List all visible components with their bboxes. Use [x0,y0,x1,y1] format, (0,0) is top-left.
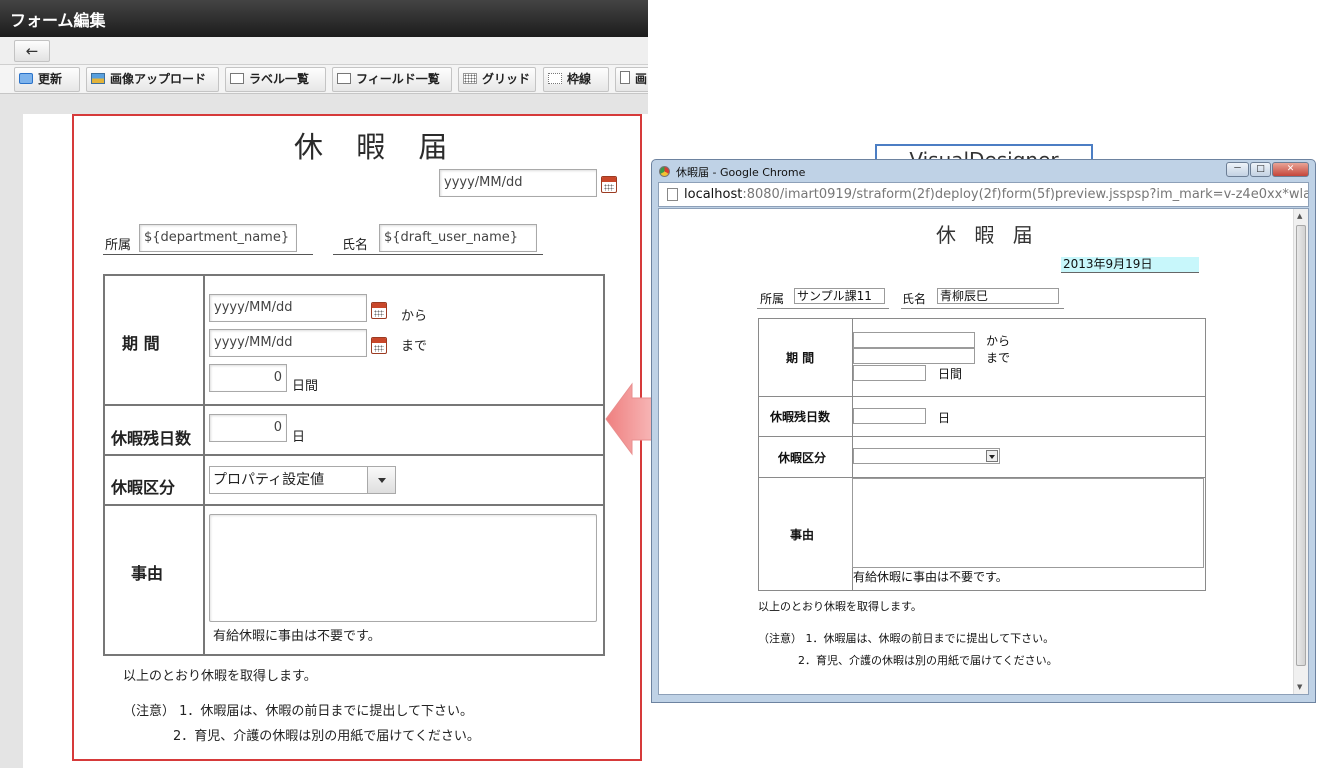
preview-to-field[interactable] [853,348,975,364]
label-list-icon [230,73,244,84]
editor-nav-bar: ← [0,37,648,65]
scroll-down-icon[interactable]: ▼ [1297,683,1302,691]
preview-name-underline [901,308,1064,309]
preview-title: 休 暇 届 [936,223,1039,247]
editor-title-bar: フォーム編集 [0,0,648,37]
url-rest: :8080/imart0919/straform(2f)deploy(2f)fo… [742,187,1309,202]
field-list-button-label: フィールド一覧 [356,72,440,86]
frame-button-label: 枠線 [567,72,592,86]
update-button[interactable]: 更新 [14,67,80,92]
preview-table-line [758,318,759,590]
browser-title: 休暇届 - Google Chrome [676,166,806,179]
preview-note-2: 2．育児、介護の休暇は別の用紙で届けてください。 [798,654,1058,667]
editor-title: フォーム編集 [10,11,106,30]
preview-dept-label: 所属 [760,292,785,306]
url-host: localhost [684,187,743,202]
minimize-button[interactable]: － [1226,162,1249,177]
document-button[interactable]: 画 [615,67,648,92]
preview-table-line [758,436,1206,437]
address-bar[interactable]: localhost:8080/imart0919/straform(2f)dep… [658,182,1309,207]
form-editor-panel: フォーム編集 ← 更新 画像アップロード ラベル一覧 フィールド一覧 グリッド … [0,0,648,768]
preview-remaining-suffix: 日 [938,411,951,425]
update-button-label: 更新 [38,72,63,86]
image-upload-button-label: 画像アップロード [110,72,207,86]
browser-title-bar: 休暇届 - Google Chrome － □ ✕ [652,160,1315,182]
preview-period-label: 期 間 [786,351,815,365]
back-arrow-icon: ← [25,42,39,60]
preview-days-suffix: 日間 [938,367,963,381]
preview-footer-text: 以上のとおり休暇を取得します。 [758,600,922,613]
label-list-button-label: ラベル一覧 [249,72,310,86]
vertical-scrollbar[interactable]: ▲ ▼ [1293,209,1308,694]
document-button-label: 画 [635,72,648,86]
scroll-up-icon[interactable]: ▲ [1297,212,1302,220]
maximize-button[interactable]: □ [1250,162,1271,177]
page-icon [667,188,678,201]
grid-button[interactable]: グリッド [458,67,536,92]
preview-reason-label: 事由 [790,528,815,542]
preview-dept-underline [757,308,889,309]
preview-name-label: 氏名 [902,292,927,306]
chevron-down-icon[interactable] [986,450,998,462]
grid-icon [463,73,477,84]
label-list-button[interactable]: ラベル一覧 [225,67,326,92]
close-button[interactable]: ✕ [1272,162,1309,177]
image-upload-button[interactable]: 画像アップロード [86,67,219,92]
preview-remaining-field[interactable] [853,408,926,424]
browser-content: 休 暇 届 2013年9月19日 所属 サンプル課11 氏名 青柳辰巳 期 間 … [658,208,1309,695]
back-button[interactable]: ← [14,40,50,62]
image-upload-icon [91,73,105,84]
preview-table-line [758,590,1206,591]
document-icon [620,71,630,84]
preview-table-line [758,318,1206,319]
preview-table-line [1205,318,1206,590]
preview-name-field[interactable]: 青柳辰巳 [937,288,1059,304]
update-icon [19,73,33,84]
preview-reason-note: 有給休暇に事由は不要です。 [853,570,1008,584]
browser-window: 休暇届 - Google Chrome － □ ✕ localhost:8080… [651,159,1316,703]
grid-button-label: グリッド [482,72,531,86]
scrollbar-thumb[interactable] [1296,225,1306,666]
editor-toolbar: 更新 画像アップロード ラベル一覧 フィールド一覧 グリッド 枠線 画 [0,65,648,94]
selection-frame [72,114,642,761]
preview-dept-field[interactable]: サンプル課11 [794,288,885,304]
preview-table-line [758,396,1206,397]
preview-date-field[interactable]: 2013年9月19日 [1061,257,1199,273]
preview-days-field[interactable] [853,365,926,381]
field-list-icon [337,73,351,84]
preview-remaining-label: 休暇残日数 [770,410,831,424]
preview-category-select[interactable] [853,448,1000,464]
frame-button[interactable]: 枠線 [543,67,609,92]
chrome-icon [659,166,670,177]
preview-category-label: 休暇区分 [778,451,827,465]
preview-note-1: （注意） 1．休暇届は、休暇の前日までに提出して下さい。 [758,632,1055,645]
frame-icon [548,73,562,84]
preview-from-field[interactable] [853,332,975,348]
preview-reason-textarea[interactable] [852,478,1204,568]
preview-from-suffix: から [986,334,1011,348]
preview-to-suffix: まで [986,351,1011,365]
field-list-button[interactable]: フィールド一覧 [332,67,452,92]
